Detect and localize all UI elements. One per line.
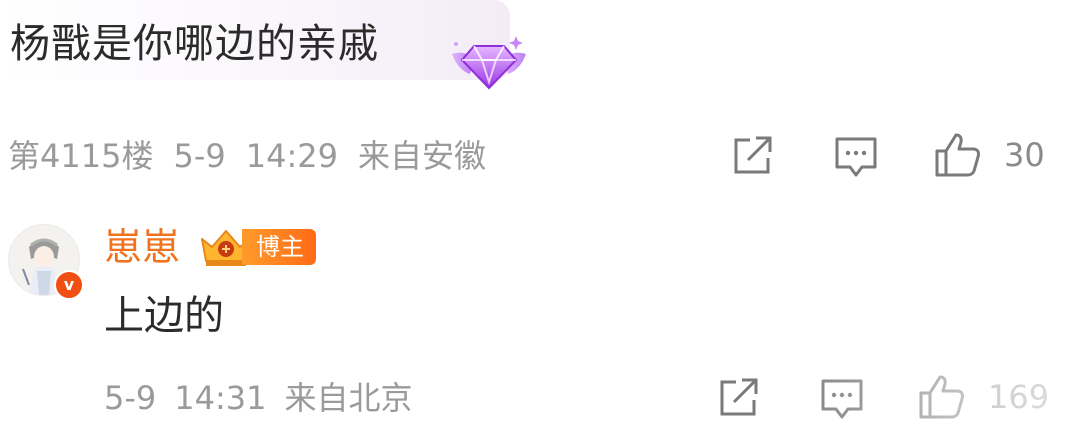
username[interactable]: 崽崽	[104, 222, 180, 272]
reply-text: 上边的	[104, 293, 224, 339]
owner-tag: 博主	[242, 229, 316, 265]
reply-like-count: 169	[988, 378, 1050, 416]
comment-location: 来自安徽	[357, 137, 486, 175]
comment-meta: 第4115楼 5-9 14:29 来自安徽	[8, 134, 486, 178]
reply-time: 14:31	[174, 379, 267, 417]
share-button[interactable]	[732, 136, 774, 176]
thumbs-up-icon	[919, 375, 964, 419]
verified-badge: v	[54, 270, 84, 300]
comment-icon	[835, 137, 877, 177]
thumbs-up-icon	[935, 133, 980, 177]
reply-like-button[interactable]: 169	[918, 374, 1049, 420]
reply-date: 5-9	[104, 379, 157, 417]
like-count: 30	[1004, 136, 1045, 174]
reply-share-button[interactable]	[718, 378, 760, 418]
comment-thread: 杨戬是你哪边的亲戚 第4115楼 5-9 14:29 来自安徽 30 v 崽崽 …	[0, 0, 1087, 441]
purple-diamond-badge-icon	[452, 36, 526, 90]
like-button[interactable]: 30	[934, 132, 1045, 178]
comment-time: 14:29	[245, 137, 338, 175]
reply-location: 来自北京	[284, 379, 413, 417]
comment-button[interactable]	[834, 136, 878, 178]
share-icon	[734, 136, 772, 174]
floor-number: 第4115楼	[8, 137, 154, 175]
reply-comment-button[interactable]	[820, 378, 864, 420]
comment-text: 杨戬是你哪边的亲戚	[10, 21, 379, 67]
share-icon	[720, 378, 758, 416]
comment-date: 5-9	[173, 137, 226, 175]
comment-icon	[821, 379, 863, 419]
reply-meta: 5-9 14:31 来自北京	[104, 376, 413, 420]
